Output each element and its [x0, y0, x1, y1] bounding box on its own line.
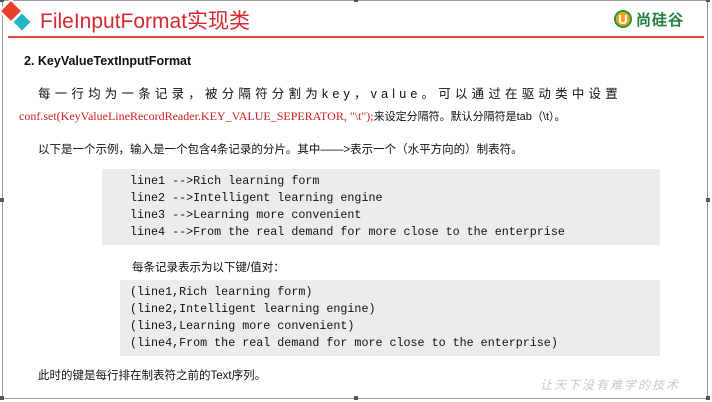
key-value-intro: 每条记录表示为以下键/值对： [132, 262, 285, 274]
output-pairs-block: (line1,Rich learning form) (line2,Intell… [120, 280, 660, 356]
config-code-snippet: conf.set(KeyValueLineRecordReader.KEY_VA… [19, 109, 374, 123]
input-records-block: line1 -->Rich learning form line2 -->Int… [102, 169, 660, 245]
brand-logo: U 尚硅谷 [614, 8, 684, 30]
watermark-slogan: 让天下没有难学的技术 [540, 378, 681, 392]
slide-title: FileInputFormat实现类 [40, 10, 251, 33]
description-line-2-text: 来设定分隔符。默认分隔符是tab（\t）。 [373, 111, 566, 123]
resize-handle-mid-right[interactable] [706, 198, 710, 202]
description-line-2: conf.set(KeyValueLineRecordReader.KEY_VA… [19, 108, 566, 124]
input-record-line: line2 -->Intelligent learning engine [130, 191, 383, 205]
input-record-line: line3 -->Learning more convenient [130, 208, 362, 222]
header-divider [8, 36, 704, 38]
section-heading: 2. KeyValueTextInputFormat [24, 54, 192, 68]
conclusion-text: 此时的键是每行排在制表符之前的Text序列。 [38, 370, 267, 382]
description-line-1: 每一行均为一条记录，被分隔符分割为key，value。可以通过在驱动类中设置 [38, 87, 622, 101]
resize-handle-bottom-right[interactable] [706, 396, 710, 400]
resize-handle-bottom-left[interactable] [0, 396, 4, 400]
input-record-line: line4 -->From the real demand for more c… [130, 225, 565, 239]
resize-handle-mid-left[interactable] [0, 198, 4, 202]
output-pair-line: (line2,Intelligent learning engine) [130, 302, 376, 316]
input-record-line: line1 -->Rich learning form [130, 174, 320, 188]
example-intro: 以下是一个示例，输入是一个包含4条记录的分片。其中——>表示一个（水平方向的）制… [38, 144, 523, 156]
brand-name: 尚硅谷 [636, 11, 685, 29]
output-pair-line: (line3,Learning more convenient) [130, 319, 355, 333]
output-pair-line: (line1,Rich learning form) [130, 285, 313, 299]
brand-mark-icon: U [614, 10, 632, 28]
resize-handle-bottom-center[interactable] [354, 396, 358, 400]
slide-header: FileInputFormat实现类 U 尚硅谷 [0, 0, 712, 38]
output-pair-line: (line4,From the real demand for more clo… [130, 336, 558, 350]
